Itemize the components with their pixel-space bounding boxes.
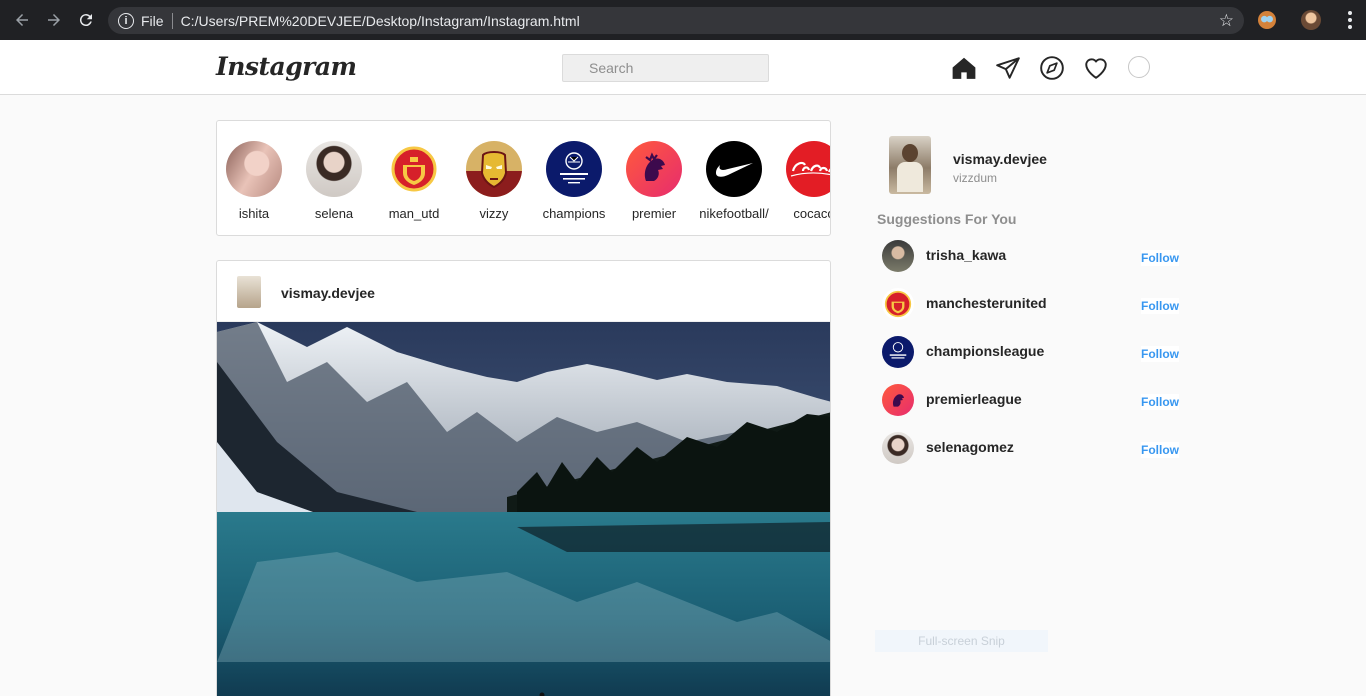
follow-button[interactable]: Follow [1141, 298, 1179, 314]
stories-tray: ishita selena man_utd vizzy champions pr… [216, 120, 831, 236]
story-label: selena [314, 206, 354, 221]
story-avatar[interactable] [786, 141, 830, 197]
explore-icon[interactable] [1039, 55, 1065, 81]
back-arrow-icon [16, 14, 28, 26]
suggestion-avatar[interactable] [882, 336, 914, 368]
profile-avatar-icon[interactable] [1301, 10, 1321, 30]
suggestion-username[interactable]: selenagomez [926, 439, 1014, 455]
story-label: premier [631, 206, 677, 221]
suggestion-avatar[interactable] [882, 240, 914, 272]
story-item[interactable]: nikefootball/ [694, 141, 774, 221]
browser-menu-icon[interactable] [1348, 11, 1352, 32]
site-info-icon[interactable]: i [118, 12, 134, 29]
suggestion-row: manchesterunited Follow [882, 288, 1182, 320]
current-user-username[interactable]: vismay.devjee [953, 151, 1047, 167]
story-item[interactable]: vizzy [454, 141, 534, 221]
suggestion-username[interactable]: trisha_kawa [926, 247, 1006, 263]
post-author-avatar[interactable] [237, 276, 261, 308]
file-scheme-label: File [141, 12, 164, 29]
address-bar[interactable]: i File C:/Users/PREM%20DEVJEE/Desktop/In… [108, 7, 1244, 34]
follow-button[interactable]: Follow [1141, 250, 1179, 266]
snip-overlay-label: Full-screen Snip [875, 630, 1048, 652]
suggestion-avatar[interactable] [882, 288, 914, 320]
story-avatar[interactable] [546, 141, 602, 197]
story-avatar[interactable] [226, 141, 282, 197]
suggestion-username[interactable]: manchesterunited [926, 295, 1047, 311]
address-separator [171, 12, 173, 29]
reload-button[interactable] [70, 0, 102, 40]
post-author-username[interactable]: vismay.devjee [281, 285, 375, 301]
premier-league-lion-icon [892, 394, 905, 407]
post-image-mountain-lake[interactable] [217, 322, 831, 696]
suggestion-avatar[interactable] [882, 384, 914, 416]
story-item[interactable]: premier [614, 141, 694, 221]
story-avatar[interactable] [626, 141, 682, 197]
back-button[interactable] [6, 0, 38, 40]
suggestion-avatar[interactable] [882, 432, 914, 464]
premier-league-lion-icon [644, 152, 665, 181]
extension-icon[interactable] [1258, 11, 1276, 29]
champions-league-logo-icon [889, 342, 907, 359]
heart-icon[interactable] [1083, 55, 1109, 81]
story-avatar[interactable] [386, 141, 442, 197]
story-avatar[interactable] [306, 141, 362, 197]
instagram-header: Instagram [0, 40, 1366, 95]
iron-man-mask-icon [466, 151, 522, 197]
champions-league-logo-icon [560, 152, 588, 184]
story-label: cocaco [793, 206, 831, 221]
search-input[interactable] [562, 54, 769, 82]
follow-button[interactable]: Follow [1141, 394, 1179, 410]
manchester-united-crest-icon [391, 146, 437, 192]
manchester-united-crest-icon [884, 290, 912, 318]
story-avatar[interactable] [466, 141, 522, 197]
suggestion-username[interactable]: championsleague [926, 343, 1044, 359]
story-item[interactable]: champions [534, 141, 614, 221]
coca-cola-logo-icon [790, 161, 830, 177]
forward-arrow-icon [48, 14, 60, 26]
home-icon[interactable] [951, 55, 977, 81]
story-item[interactable]: cocaco [774, 141, 831, 221]
suggestion-row: selenagomez Follow [882, 432, 1182, 464]
follow-button[interactable]: Follow [1141, 442, 1179, 458]
story-label: nikefootball/ [699, 206, 769, 221]
story-item[interactable]: ishita [217, 141, 294, 221]
story-item[interactable]: selena [294, 141, 374, 221]
bookmark-star-icon[interactable]: ☆ [1219, 11, 1234, 31]
current-user-fullname: vizzdum [953, 171, 998, 185]
suggestion-row: championsleague Follow [882, 336, 1182, 368]
follow-button[interactable]: Follow [1141, 346, 1179, 362]
profile-icon[interactable] [1128, 56, 1150, 78]
instagram-logo[interactable]: Instagram [216, 52, 357, 81]
story-label: champions [542, 206, 606, 221]
feed-post: vismay.devjee [216, 260, 831, 696]
direct-message-icon[interactable] [995, 55, 1021, 81]
post-header: vismay.devjee [217, 261, 830, 322]
story-avatar[interactable] [706, 141, 762, 197]
story-label: vizzy [479, 206, 509, 221]
suggestion-row: premierleague Follow [882, 384, 1182, 416]
current-user-avatar[interactable] [889, 136, 931, 194]
story-label: ishita [238, 206, 270, 221]
forward-button[interactable] [38, 0, 70, 40]
suggestions-title: Suggestions For You [877, 211, 1017, 227]
url-text[interactable]: C:/Users/PREM%20DEVJEE/Desktop/Instagram… [181, 13, 580, 29]
suggestion-username[interactable]: premierleague [926, 391, 1022, 407]
story-item[interactable]: man_utd [374, 141, 454, 221]
nike-swoosh-icon [716, 163, 753, 177]
reload-icon [79, 14, 92, 27]
browser-toolbar: i File C:/Users/PREM%20DEVJEE/Desktop/In… [0, 0, 1366, 40]
suggestion-row: trisha_kawa Follow [882, 240, 1182, 272]
story-label: man_utd [388, 206, 440, 221]
